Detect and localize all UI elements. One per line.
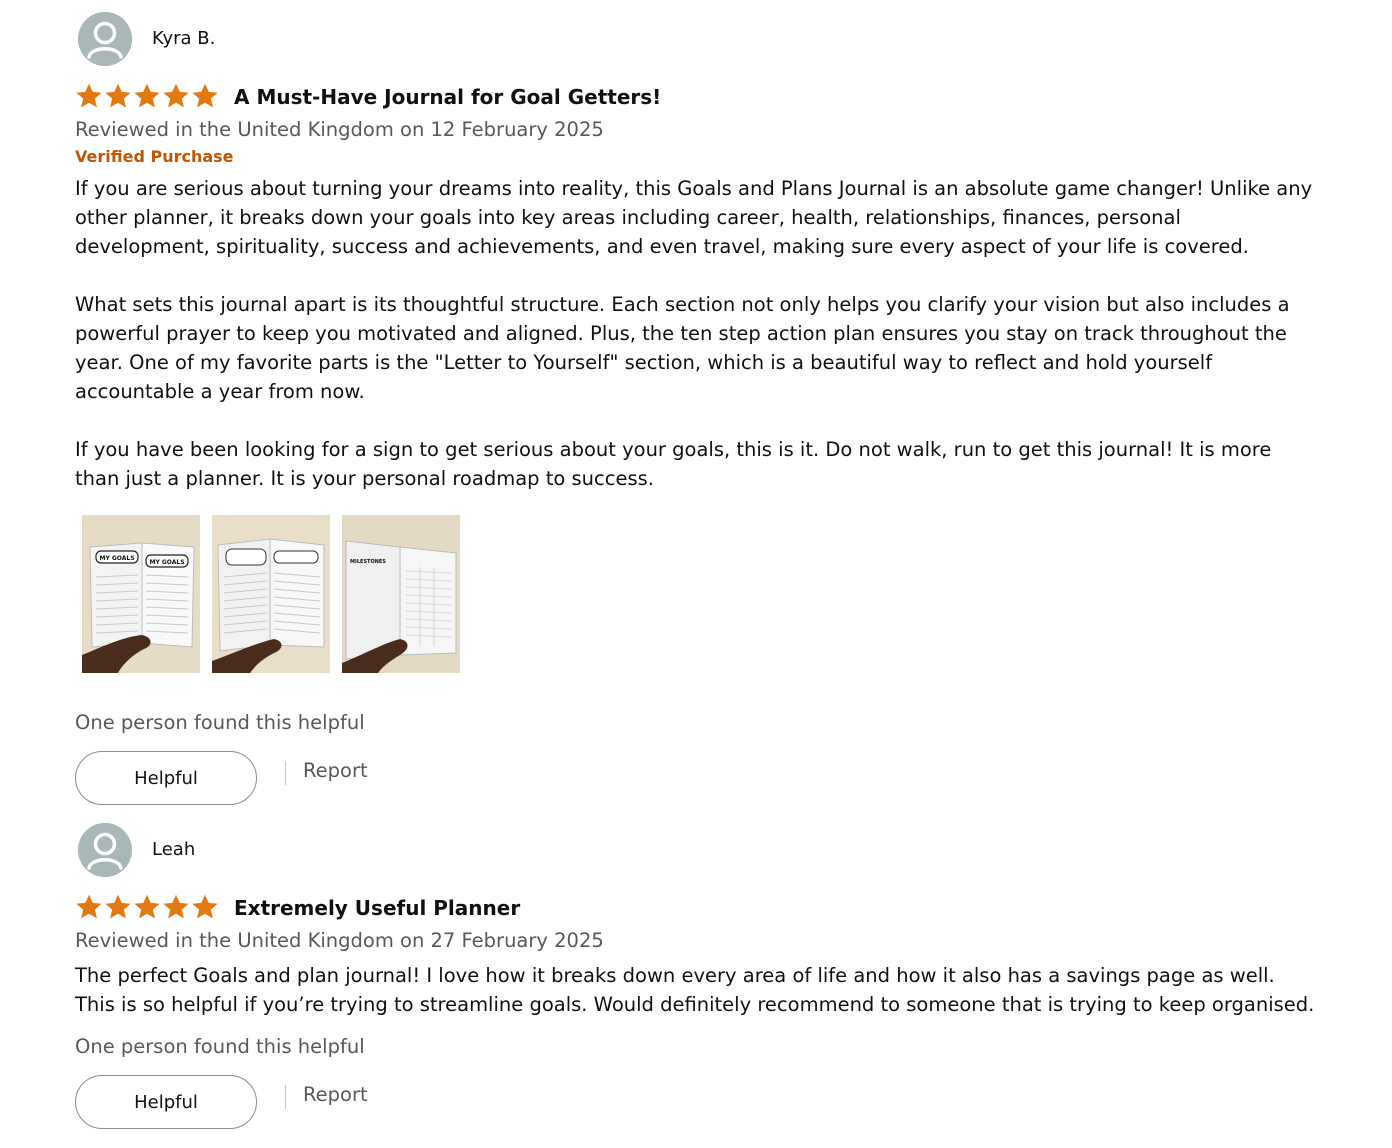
review-card: Kyra B. A Must-Have Journal for Goal Get… xyxy=(75,12,1315,809)
review-date: Reviewed in the United Kingdom on 12 Feb… xyxy=(75,118,604,141)
filled-star-icon xyxy=(163,83,189,108)
helpful-button[interactable]: Helpful xyxy=(75,751,257,805)
star-rating[interactable] xyxy=(75,82,221,112)
filled-star-icon xyxy=(105,894,131,919)
review-image-thumbnail[interactable]: MY GOALS MY GOALS xyxy=(82,515,200,673)
review-actions: Helpful Report xyxy=(75,751,1315,809)
review-body: If you are serious about turning your dr… xyxy=(75,177,1313,490)
review-image-gallery: MY GOALS MY GOALS MILESTONES xyxy=(75,515,1315,675)
default-profile-icon xyxy=(78,12,132,66)
filled-star-icon xyxy=(105,83,131,108)
action-divider xyxy=(285,761,286,785)
image-heading-left: MILESTONES xyxy=(350,559,386,565)
filled-star-icon xyxy=(134,83,160,108)
review-image-thumbnail[interactable] xyxy=(212,515,330,673)
action-divider xyxy=(285,1085,286,1109)
report-link[interactable]: Report xyxy=(303,1083,368,1106)
review-body: The perfect Goals and plan journal! I lo… xyxy=(75,964,1315,1016)
filled-star-icon xyxy=(192,894,218,919)
helpful-button[interactable]: Helpful xyxy=(75,1075,257,1129)
verified-purchase-badge: Verified Purchase xyxy=(75,147,234,166)
filled-star-icon xyxy=(76,894,102,919)
rating-title-row: A Must-Have Journal for Goal Getters! xyxy=(75,82,1315,116)
reviewer-name[interactable]: Leah xyxy=(152,839,195,860)
rating-title-row: Extremely Useful Planner xyxy=(75,893,1315,927)
image-heading-left: MY GOALS xyxy=(99,555,134,562)
report-link[interactable]: Report xyxy=(303,759,368,782)
image-heading-right: MY GOALS xyxy=(149,559,184,566)
review-image-thumbnail[interactable]: MILESTONES xyxy=(342,515,460,673)
review-actions: Helpful Report xyxy=(75,1075,1315,1133)
filled-star-icon xyxy=(192,83,218,108)
filled-star-icon xyxy=(134,894,160,919)
default-profile-icon xyxy=(78,823,132,877)
helpful-count: One person found this helpful xyxy=(75,1035,365,1058)
helpful-count: One person found this helpful xyxy=(75,711,365,734)
review-date: Reviewed in the United Kingdom on 27 Feb… xyxy=(75,929,604,952)
filled-star-icon xyxy=(163,894,189,919)
review-title[interactable]: Extremely Useful Planner xyxy=(234,896,520,920)
review-card: Leah Extremely Useful Planner Reviewed i… xyxy=(75,823,1315,1133)
filled-star-icon xyxy=(76,83,102,108)
reviewer-profile[interactable]: Leah xyxy=(75,823,1315,883)
reviewer-name[interactable]: Kyra B. xyxy=(152,28,215,49)
reviewer-profile[interactable]: Kyra B. xyxy=(75,12,1315,72)
star-rating[interactable] xyxy=(75,893,221,923)
review-title[interactable]: A Must-Have Journal for Goal Getters! xyxy=(234,85,661,109)
